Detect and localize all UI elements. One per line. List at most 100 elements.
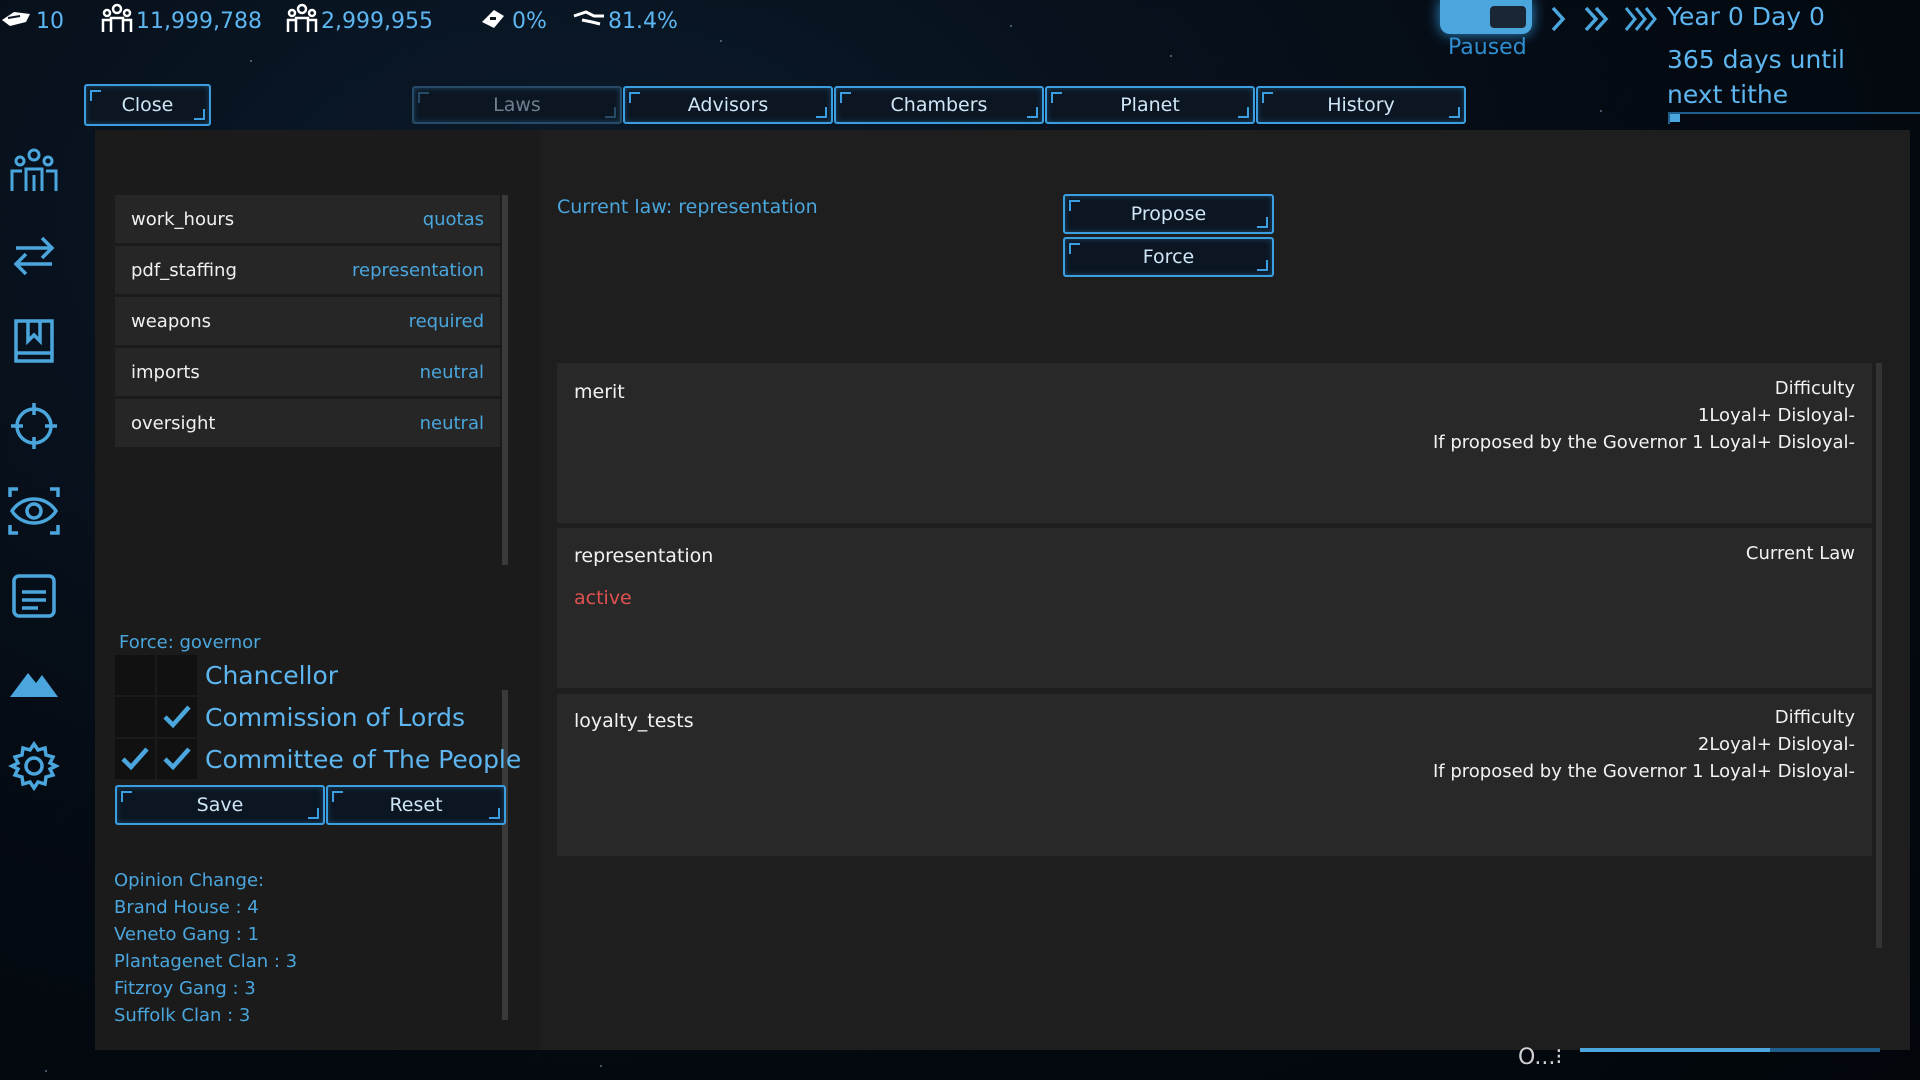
pause-icon [1490,6,1526,28]
chamber-name: Commission of Lords [205,702,466,732]
workforce-icon [285,2,319,40]
tab-advisors[interactable]: Advisors [623,86,833,124]
law-item-imports[interactable]: imports neutral [115,348,500,396]
population-value: 11,999,788 [136,8,262,34]
chamber-checkbox-1[interactable] [115,739,155,779]
law-value: quotas [422,208,484,230]
requisition-stat: 10 [0,2,64,40]
opinion-change-title: Opinion Change: [114,870,265,891]
chamber-name: Committee of The People [205,744,522,774]
law-item-pdf-staffing[interactable]: pdf_staffing representation [115,246,500,294]
eye-icon[interactable] [8,485,60,537]
opinion-line: Fitzroy Gang : 3 [114,978,256,999]
workforce-value: 2,999,955 [321,8,433,34]
chamber-checkbox-1[interactable] [115,697,155,737]
footer-progress [1580,1048,1880,1052]
tab-planet[interactable]: Planet [1045,86,1255,124]
checkmark-icon [163,747,191,771]
current-law-label: Current law: representation [557,196,818,218]
opinion-line: Suffolk Clan : 3 [114,1005,251,1026]
force-label: Force: governor [119,632,261,653]
journal-icon[interactable] [8,315,60,367]
law-value: neutral [419,412,484,434]
requisition-value: 10 [36,8,64,34]
difficulty-heading: Difficulty [1774,707,1855,728]
loyalty-icon [572,2,606,40]
difficulty-heading: Difficulty [1774,378,1855,399]
crime-value: 0% [512,8,547,34]
law-name: weapons [131,310,212,332]
law-name: imports [131,361,200,383]
law-option-merit[interactable]: merit Difficulty 1Loyal+ Disloyal- If pr… [557,363,1872,523]
difficulty-value: 1Loyal+ Disloyal- [1697,405,1855,426]
triple-chevron-icon [1624,7,1657,31]
law-option-representation[interactable]: representation active Current Law [557,528,1872,688]
chamber-row-chancellor: Chancellor [115,655,338,695]
gear-icon[interactable] [8,740,60,792]
chevron-right-icon [1551,6,1566,32]
paused-label: Paused [1448,35,1527,60]
current-law-badge: Current Law [1746,540,1855,567]
speed-3-button[interactable] [1622,2,1662,44]
chamber-checkbox-1[interactable] [115,655,155,695]
law-value: neutral [419,361,484,383]
law-item-oversight[interactable]: oversight neutral [115,399,500,447]
tab-history[interactable]: History [1256,86,1466,124]
population-stat: 11,999,788 [100,2,262,40]
loyalty-value: 81.4% [608,8,678,34]
loyalty-stat: 81.4% [572,2,678,40]
chamber-checkbox-2[interactable] [157,655,197,695]
speed-1-button[interactable] [1545,2,1571,44]
law-option-title: merit [574,381,625,403]
population-icon [100,2,134,40]
law-item-work-hours[interactable]: work_hours quotas [115,195,500,243]
governor-difficulty: If proposed by the Governor 1 Loyal+ Dis… [1432,761,1855,782]
chamber-checkbox-2[interactable] [157,697,197,737]
tithe-progress-bar [1668,112,1920,124]
people-icon[interactable] [8,145,60,197]
law-list-scrollbar[interactable] [502,195,508,565]
document-icon[interactable] [8,570,60,622]
save-button[interactable]: Save [115,785,325,825]
law-name: oversight [131,412,216,434]
speed-2-button[interactable] [1580,2,1614,44]
pause-button[interactable] [1440,0,1532,34]
close-button[interactable]: Close [84,84,211,126]
propose-button[interactable]: Propose [1063,194,1274,234]
double-chevron-icon [1584,6,1609,32]
workforce-stat: 2,999,955 [285,2,433,40]
force-button[interactable]: Force [1063,237,1274,277]
governor-difficulty: If proposed by the Governor 1 Loyal+ Dis… [1432,432,1855,453]
tithe-countdown: 365 days until next tithe [1667,45,1846,109]
date-display: Year 0 Day 0 [1667,2,1825,31]
tab-chambers[interactable]: Chambers [834,86,1044,124]
law-option-loyalty-tests[interactable]: loyalty_tests Difficulty 2Loyal+ Disloya… [557,694,1872,856]
chamber-checkbox-2[interactable] [157,739,197,779]
chamber-row-commission-of-lords: Commission of Lords [115,697,465,737]
options-scrollbar[interactable] [1876,363,1882,948]
requisition-icon [0,2,34,40]
crime-icon [476,2,510,40]
mountain-icon[interactable] [8,655,60,707]
law-name: work_hours [131,208,235,230]
opinion-line: Brand House : 4 [114,897,259,918]
checkmark-icon [121,747,149,771]
reset-button[interactable]: Reset [326,785,506,825]
chamber-name: Chancellor [205,660,339,690]
law-item-weapons[interactable]: weapons required [115,297,500,345]
difficulty-value: 2Loyal+ Disloyal- [1697,734,1855,755]
law-list: work_hours quotas pdf_staffing represent… [115,195,500,450]
tab-laws[interactable]: Laws [412,86,622,124]
chamber-row-committee-of-the-people: Committee of The People [115,739,521,779]
law-value: required [408,310,484,332]
law-option-title: representation [574,545,714,567]
law-option-difficulty: Difficulty 2Loyal+ Disloyal- If proposed… [1433,704,1855,785]
opinion-line: Plantagenet Clan : 3 [114,951,298,972]
law-option-difficulty: Difficulty 1Loyal+ Disloyal- If proposed… [1433,375,1855,456]
law-name: pdf_staffing [131,259,237,281]
crime-stat: 0% [476,2,547,40]
footer-indicator: O...⁝ [1518,1045,1563,1070]
opinion-line: Veneto Gang : 1 [114,924,260,945]
trade-icon[interactable] [8,230,60,282]
target-icon[interactable] [8,400,60,452]
